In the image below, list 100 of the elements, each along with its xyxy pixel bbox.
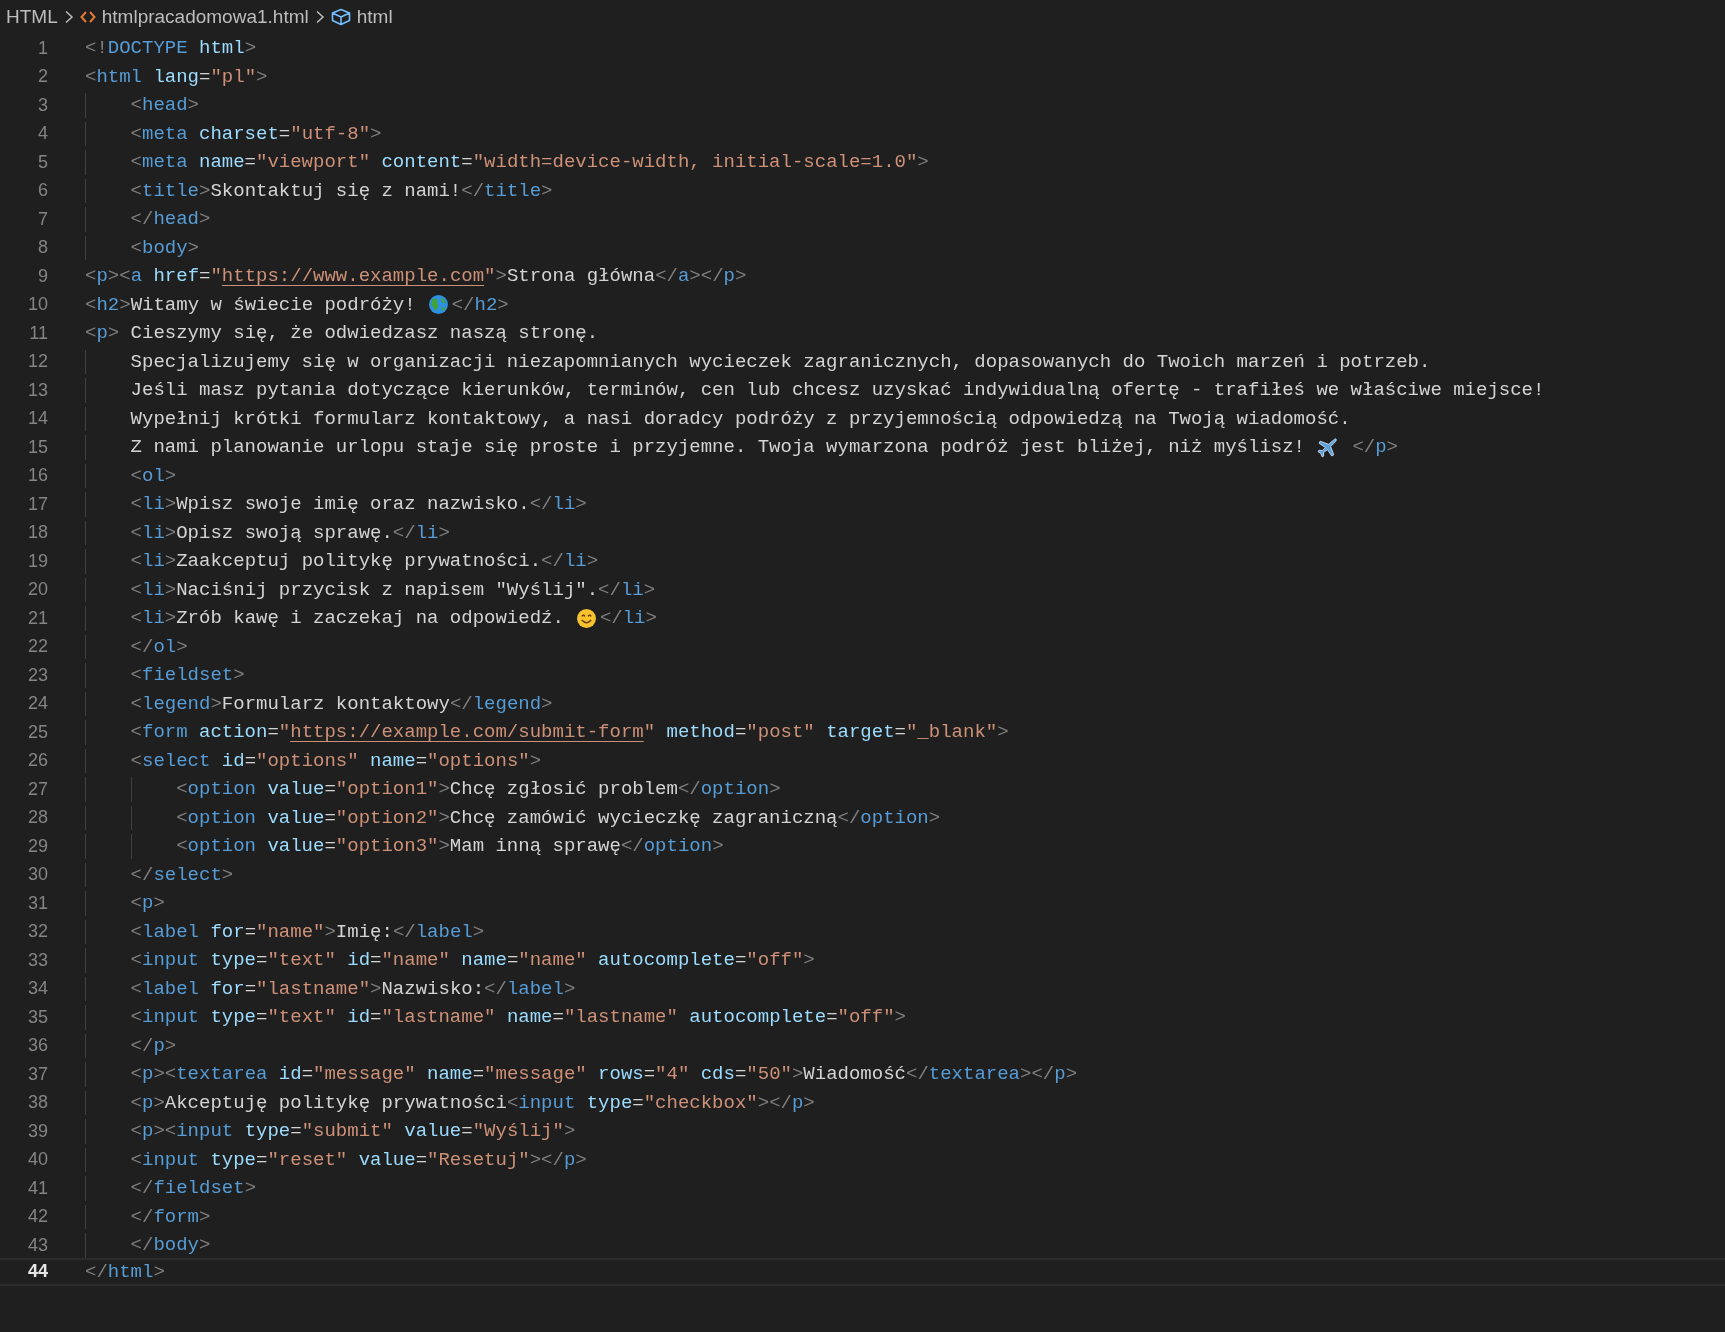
tag-name: select [153,863,222,886]
tag-bracket: </ [392,521,416,544]
line-number: 26 [26,750,48,772]
attribute-value: "_blank" [905,721,998,744]
tag-bracket: < [130,1148,142,1171]
line-number: 4 [37,123,48,145]
attribute-name: id [278,1063,302,1086]
attribute-name: cds [700,1063,735,1086]
breadcrumb-item[interactable]: HTML [6,6,58,28]
attribute-name: for [210,920,245,943]
tag-bracket: < [176,778,188,801]
attribute-value: "post" [746,721,815,744]
text-content: Mam inną sprawę [449,835,621,858]
tag-name: p [563,1148,576,1171]
tag-bracket: </ [541,550,564,573]
attribute-value: "submit" [301,1120,393,1143]
line-number: 23 [26,664,48,686]
line-number: 34 [26,978,48,1000]
equals-sign: = [244,977,257,1000]
tag-bracket: < [130,1006,142,1029]
equals-sign: = [415,1148,428,1171]
line-number: 11 [28,322,48,344]
tag-bracket: > [803,1091,815,1114]
tag-bracket: </ [392,920,416,943]
tag-bracket: < [130,464,142,487]
tag-bracket: > [210,692,222,715]
tag-bracket: ></ [757,1091,792,1114]
tag-bracket: > [803,949,815,972]
line-number: 33 [26,949,48,971]
line-number: 43 [26,1234,48,1256]
attribute-name: action [199,721,268,744]
line-number: 3 [37,94,48,116]
line-number: 17 [26,493,48,515]
tag-bracket: >< [153,1120,177,1143]
url-link[interactable]: https://www.example.com [221,265,485,288]
tag-bracket: > [894,1006,906,1029]
tag-name: li [142,607,165,630]
equals-sign: = [370,1006,382,1029]
tag-name: input [142,1148,199,1171]
tag-name: textarea [176,1063,268,1086]
equals-sign: = [256,949,268,972]
text-content: Naciśnij przycisk z napisem "Wyślij". [176,578,599,601]
tag-bracket: < [85,265,97,288]
line-number: 32 [26,921,48,943]
tag-bracket: </ [130,1234,154,1257]
tag-bracket: > [256,65,268,88]
attribute-name: name [427,1063,473,1086]
equals-sign: = [199,65,211,88]
tag-name: body [153,1234,199,1257]
attribute-name: type [586,1091,633,1114]
tag-bracket: > [997,721,1009,744]
text-content: Skontaktuj się z nami! [210,179,462,202]
line-number: 14 [26,408,48,430]
tag-bracket: < [130,493,142,516]
attribute-value: "50" [746,1063,792,1086]
tag-bracket: > [541,179,553,202]
tag-bracket: < [85,322,97,345]
url-link[interactable]: https://example.com/submit-form [290,721,644,744]
tag-bracket: </ [130,863,154,886]
equals-sign: = [472,1063,485,1086]
tag-name: input [176,1120,234,1143]
tag-name: input [142,949,199,972]
breadcrumb-item[interactable]: html [356,6,393,28]
tag-name: meta [142,151,188,174]
tag-name: option [187,835,256,858]
tag-bracket: < [130,949,142,972]
attribute-name: rows [598,1063,644,1086]
airplane-icon [1317,436,1338,458]
line-number: 28 [26,807,48,829]
line-number: 20 [26,579,48,601]
tag-bracket: > [199,179,211,202]
tag-bracket: > [438,806,450,829]
attribute-value: "utf-8" [290,122,371,145]
text-content: Formularz kontaktowy [221,692,450,715]
breadcrumb-item[interactable]: htmlpracadomowa1.html [101,6,309,28]
equals-sign: = [370,949,382,972]
tag-bracket: < [130,151,142,174]
line-number: 35 [26,1006,48,1028]
line-number: 18 [26,522,48,544]
attribute-value: "options" [427,749,530,772]
tag-bracket: </ [906,1063,929,1086]
tag-bracket: ></ [529,1148,564,1171]
tag-bracket: </ [598,578,621,601]
tag-bracket: > [529,749,542,772]
line-number: 9 [37,265,48,287]
attribute-value: "4" [655,1063,690,1086]
attribute-name: name [506,1006,553,1029]
tag-bracket: < [130,578,142,601]
tag-name: form [153,1205,199,1228]
tag-bracket: > [187,236,199,259]
tag-name: a [677,265,690,288]
line-number: 16 [26,465,48,487]
text-content: Z nami planowanie urlopu staje się proste i przyjemne. Twoja wymarzona podróż jest bliżej, niż myślisz! [130,436,1305,459]
tag-bracket: </ [130,1034,154,1057]
tag-bracket: </ [655,265,678,288]
tag-bracket: > [233,664,245,687]
tag-bracket: > [164,521,177,544]
attribute-name: autocomplete [689,1006,827,1029]
tag-bracket: < [130,977,142,1000]
attribute-value: "lastname" [563,1006,678,1029]
